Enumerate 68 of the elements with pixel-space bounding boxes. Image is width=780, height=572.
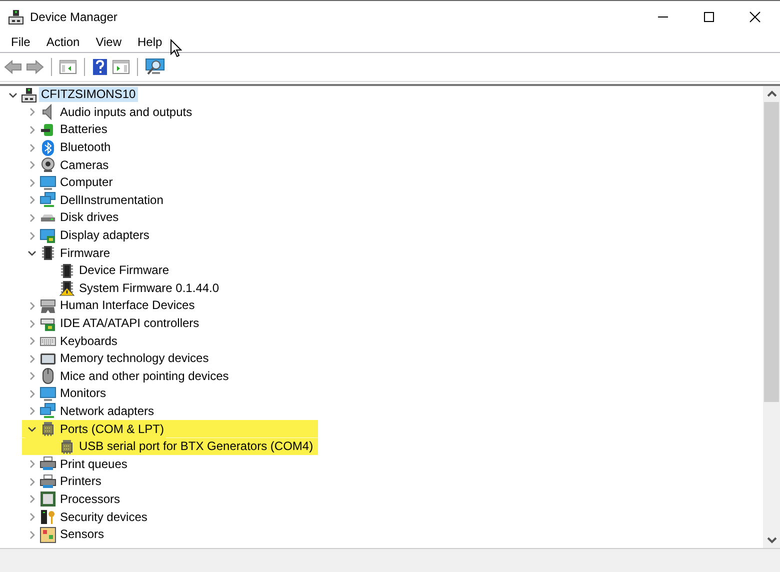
network-icon — [40, 192, 56, 208]
tree-item[interactable]: Security devices — [58, 510, 150, 525]
menu-item[interactable]: View — [88, 35, 130, 49]
properties-window-icon[interactable] — [59, 59, 77, 75]
device-manager-icon — [8, 8, 24, 24]
display-card-icon — [40, 228, 56, 244]
printer-icon — [40, 456, 56, 472]
chip-icon — [59, 280, 75, 296]
tree-item[interactable]: Memory technology devices — [58, 351, 211, 366]
webcam-icon — [40, 157, 56, 174]
computer-icon — [21, 86, 37, 103]
tree-item[interactable]: IDE ATA/ATAPI controllers — [58, 316, 202, 332]
maximize-icon[interactable] — [703, 10, 715, 22]
processor-icon — [40, 491, 56, 508]
expand-chevron-icon[interactable] — [27, 248, 37, 258]
chip-icon — [40, 245, 56, 262]
scroll-thumb[interactable] — [764, 102, 779, 402]
tree-item[interactable]: Sensors — [58, 527, 106, 542]
bluetooth-icon — [41, 140, 55, 156]
expand-chevron-icon[interactable] — [27, 424, 37, 434]
tree-item[interactable]: DellInstrumentation — [58, 192, 166, 208]
tree-item[interactable]: Monitors — [58, 386, 108, 402]
tree-item[interactable]: Display adapters — [58, 228, 152, 244]
tree-item[interactable]: Human Interface Devices — [58, 298, 197, 314]
tree-item[interactable]: Mice and other pointing devices — [58, 368, 231, 384]
menu-item[interactable]: File — [3, 35, 38, 49]
disk-drive-icon — [40, 214, 56, 222]
tree-item[interactable]: Firmware — [58, 246, 112, 261]
sensor-icon — [40, 526, 56, 543]
tree-item[interactable]: Processors — [58, 492, 122, 507]
tree-item[interactable]: Computer — [58, 175, 115, 190]
tree-item[interactable]: Cameras — [58, 158, 111, 173]
tree-item[interactable]: Printers — [58, 474, 104, 490]
tree-item[interactable]: Print queues — [58, 456, 130, 472]
serial-port-icon — [59, 438, 75, 455]
tree-item[interactable]: Ports (COM & LPT) — [58, 422, 166, 437]
back-arrow-icon[interactable] — [4, 59, 22, 75]
tree-item[interactable]: Bluetooth — [58, 140, 113, 156]
tree-item[interactable]: Device Firmware — [77, 263, 172, 278]
chip-icon — [59, 262, 75, 279]
tree-item[interactable]: Disk drives — [58, 210, 121, 226]
help-icon[interactable] — [92, 58, 108, 76]
network-icon — [40, 403, 56, 420]
printer-icon — [40, 474, 56, 490]
vertical-scrollbar[interactable] — [763, 86, 780, 548]
tree-item[interactable]: System Firmware 0.1.44.0 — [77, 280, 222, 296]
hid-keyboard-icon — [40, 298, 56, 314]
monitor-icon — [40, 174, 56, 191]
mouse-pointer-icon — [170, 39, 182, 58]
tree-item[interactable]: Audio inputs and outputs — [58, 104, 194, 120]
tree-item[interactable]: Batteries — [58, 122, 110, 138]
menu-item[interactable]: Help — [130, 35, 170, 49]
memory-device-icon — [40, 350, 56, 367]
tree-item[interactable]: Network adapters — [58, 404, 156, 419]
serial-port-icon — [40, 421, 56, 438]
mouse-icon — [42, 368, 54, 384]
monitor-icon — [40, 386, 56, 402]
forward-arrow-icon[interactable] — [26, 59, 44, 75]
update-window-icon[interactable] — [112, 59, 130, 75]
close-icon[interactable] — [749, 10, 761, 22]
controller-card-icon — [40, 316, 56, 332]
menu-item[interactable]: Action — [38, 35, 88, 49]
monitor-scan-icon[interactable] — [145, 58, 165, 76]
tree-item[interactable]: CFITZSIMONS10 — [39, 87, 138, 102]
tree-item[interactable]: Keyboards — [58, 334, 120, 349]
tower-key-icon — [40, 509, 56, 526]
window-title: Device Manager — [30, 10, 118, 24]
battery-plug-icon — [40, 122, 56, 138]
